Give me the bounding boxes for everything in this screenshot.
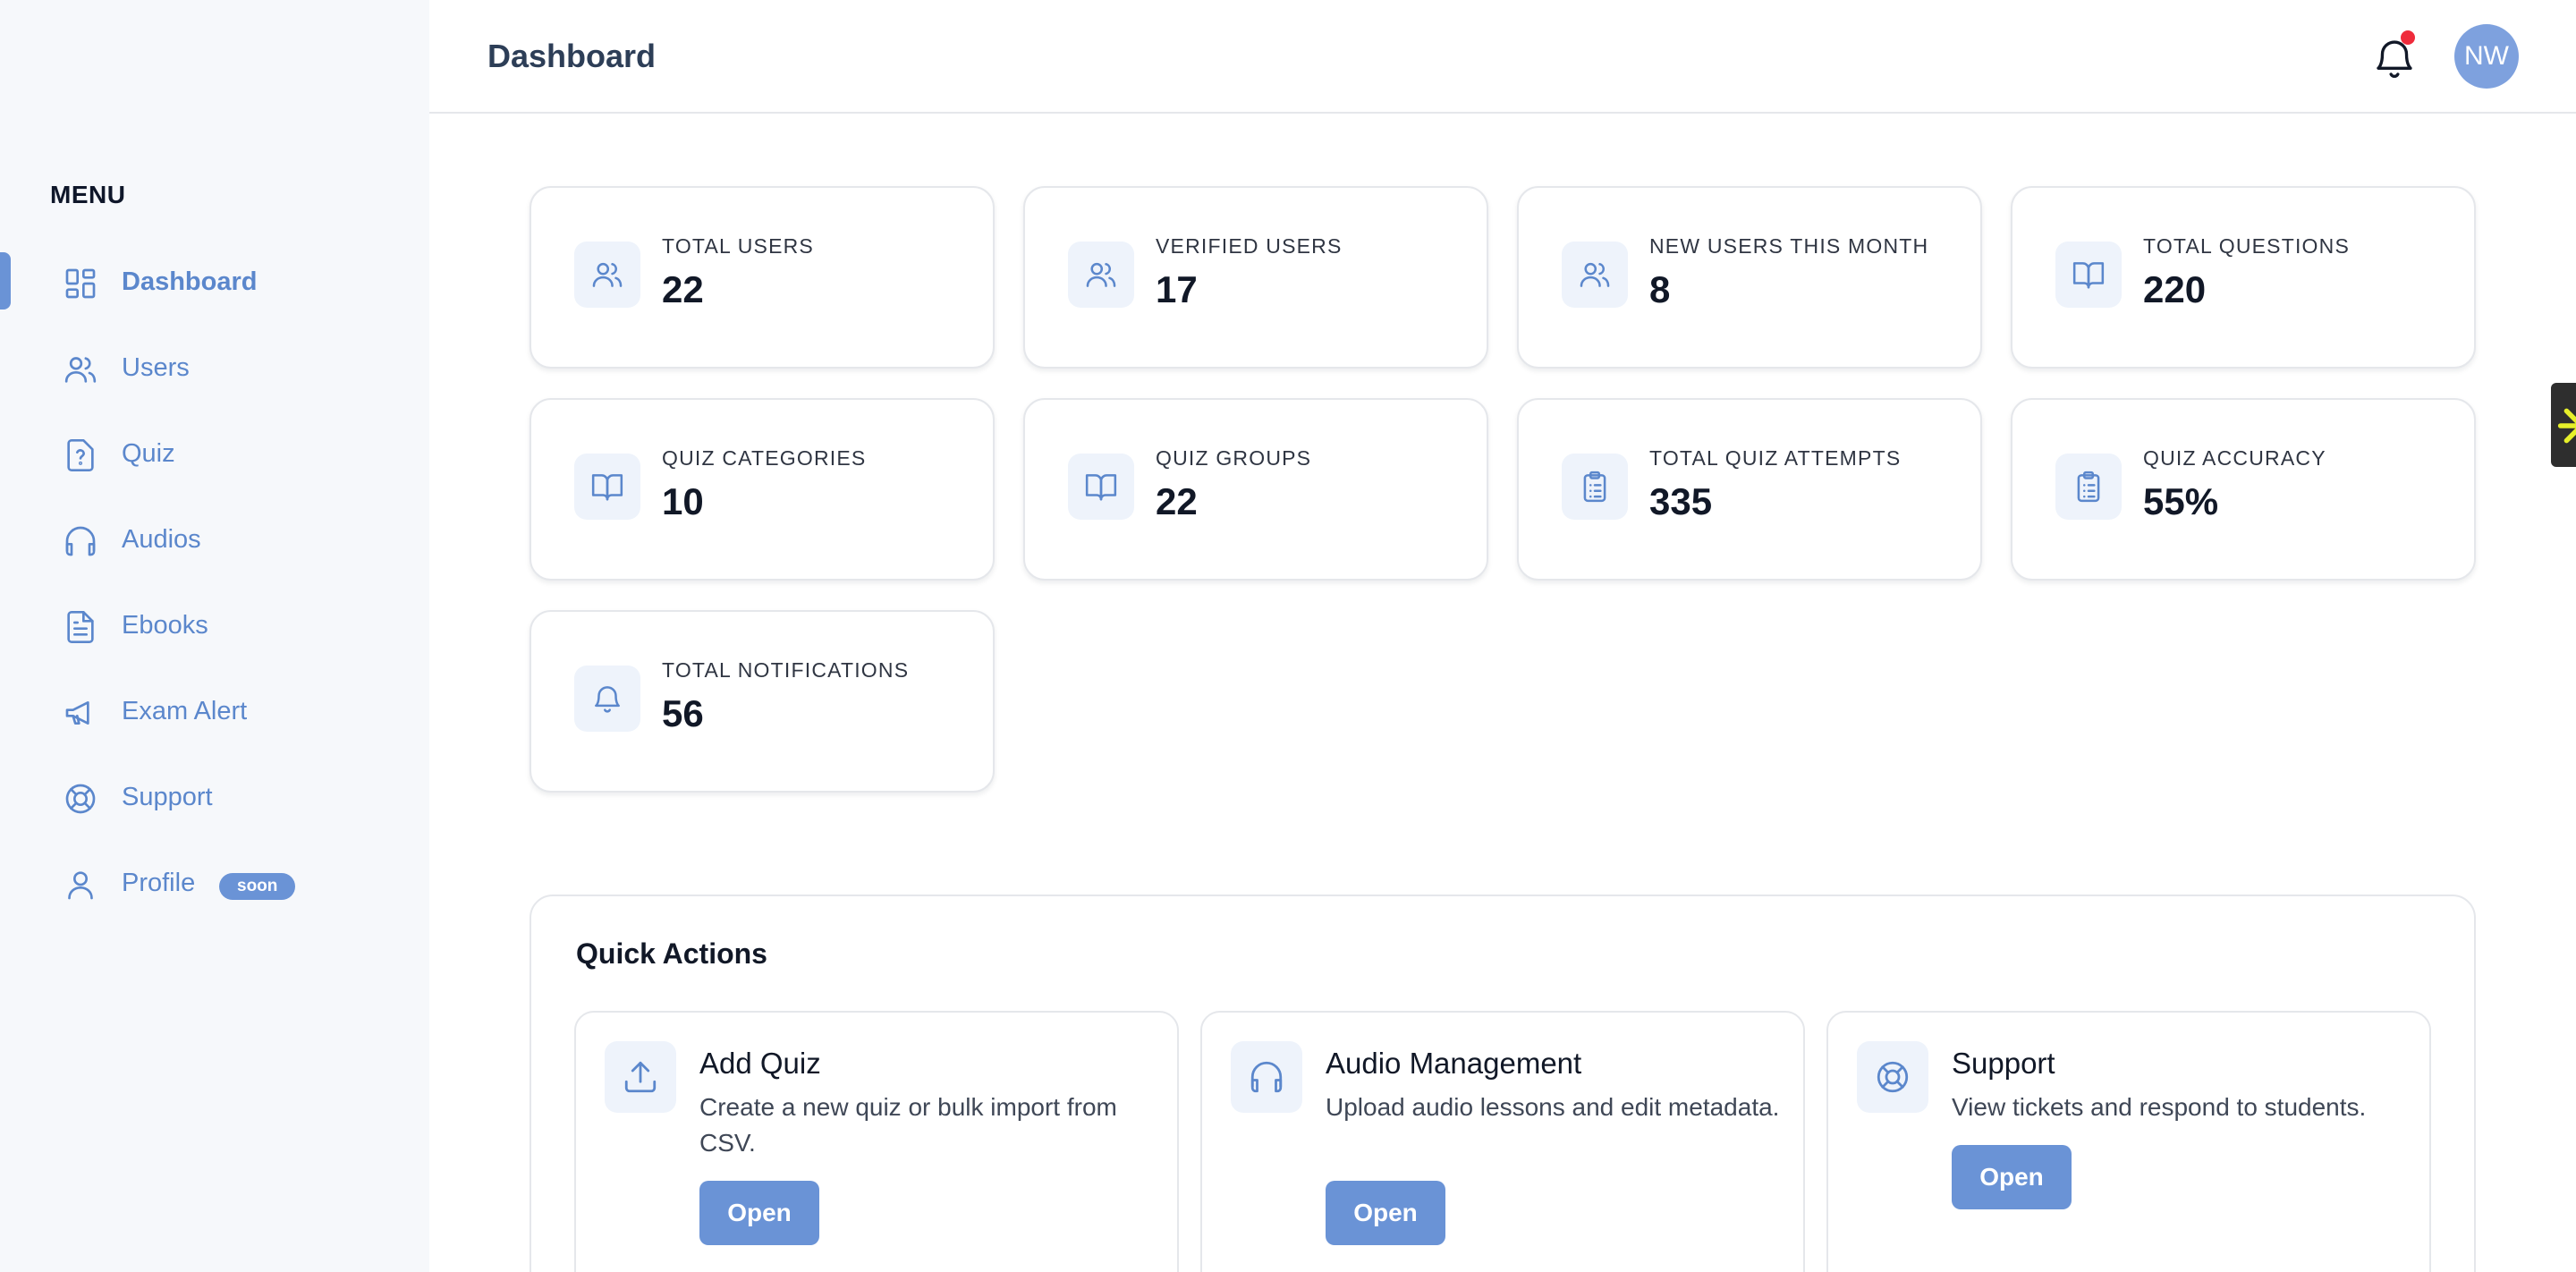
quick-action-audio-management: Audio Management Upload audio lessons an… <box>1200 1011 1805 1272</box>
stat-label: NEW USERS THIS MONTH <box>1649 234 1929 258</box>
clipboard-icon <box>1562 454 1628 520</box>
stat-label: TOTAL USERS <box>662 234 814 258</box>
sidebar-item-label: Quiz <box>122 438 175 468</box>
user-icon <box>63 867 98 903</box>
stat-value: 56 <box>662 692 704 734</box>
stat-value: 22 <box>662 268 704 310</box>
stat-label: TOTAL QUIZ ATTEMPTS <box>1649 446 1902 470</box>
stat-card-total-questions: TOTAL QUESTIONS 220 <box>2011 186 2476 369</box>
quick-actions-panel: Quick Actions Add Quiz Create a new quiz… <box>530 895 2476 1272</box>
sidebar-item-profile[interactable]: Profile soon <box>0 851 429 915</box>
book-icon <box>574 454 640 520</box>
open-support-button[interactable]: Open <box>1952 1145 2072 1209</box>
quick-action-name: Support <box>1952 1047 2055 1080</box>
stat-label: TOTAL QUESTIONS <box>2143 234 2350 258</box>
stat-card-quiz-categories: QUIZ CATEGORIES 10 <box>530 398 995 581</box>
open-add-quiz-button[interactable]: Open <box>699 1181 819 1245</box>
stat-value: 335 <box>1649 480 1713 522</box>
lifebuoy-icon <box>63 781 98 817</box>
quick-action-name: Audio Management <box>1326 1047 1582 1080</box>
lifebuoy-icon <box>1857 1041 1928 1113</box>
stat-card-quiz-accuracy: QUIZ ACCURACY 55% <box>2011 398 2476 581</box>
sidebar: MENU Dashboard Users Quiz Audios Ebooks <box>0 0 429 1272</box>
stat-card-quiz-groups: QUIZ GROUPS 22 <box>1023 398 1488 581</box>
soon-badge: soon <box>219 873 296 900</box>
sidebar-item-label: Ebooks <box>122 610 208 640</box>
stat-label: VERIFIED USERS <box>1156 234 1343 258</box>
avatar[interactable]: NW <box>2454 24 2519 89</box>
users-icon <box>63 352 98 387</box>
stat-card-total-quiz-attempts: TOTAL QUIZ ATTEMPTS 335 <box>1517 398 1982 581</box>
dashboard-icon <box>63 266 98 301</box>
sidebar-item-label: Exam Alert <box>122 696 248 725</box>
headphones-icon <box>63 523 98 559</box>
floating-widget-button[interactable] <box>2551 383 2576 467</box>
book-icon <box>2055 242 2122 308</box>
users-icon <box>1562 242 1628 308</box>
megaphone-icon <box>63 695 98 731</box>
quick-action-name: Add Quiz <box>699 1047 821 1080</box>
sidebar-item-exam-alert[interactable]: Exam Alert <box>0 679 429 743</box>
document-icon <box>63 609 98 645</box>
quick-action-description: Create a new quiz or bulk import from CS… <box>699 1093 1117 1157</box>
quick-action-description: Upload audio lessons and edit metadata. <box>1326 1093 1780 1121</box>
sidebar-item-support[interactable]: Support <box>0 765 429 829</box>
clipboard-icon <box>2055 454 2122 520</box>
bell-icon <box>574 666 640 732</box>
upload-icon <box>605 1041 676 1113</box>
stat-label: QUIZ ACCURACY <box>2143 446 2326 470</box>
menu-title: MENU <box>50 181 126 208</box>
stat-value: 55% <box>2143 480 2219 522</box>
page-title: Dashboard <box>487 38 657 74</box>
stat-card-total-users: TOTAL USERS 22 <box>530 186 995 369</box>
stat-value: 10 <box>662 480 704 522</box>
stat-value: 22 <box>1156 480 1198 522</box>
quick-actions-title: Quick Actions <box>576 937 767 970</box>
sidebar-item-audios[interactable]: Audios <box>0 507 429 572</box>
stat-card-new-users: NEW USERS THIS MONTH 8 <box>1517 186 1982 369</box>
open-audio-management-button[interactable]: Open <box>1326 1181 1445 1245</box>
users-icon <box>574 242 640 308</box>
stat-label: TOTAL NOTIFICATIONS <box>662 658 910 682</box>
asterisk-icon <box>2556 401 2576 451</box>
sidebar-item-label: Support <box>122 782 213 811</box>
sidebar-item-dashboard[interactable]: Dashboard <box>0 250 429 314</box>
stat-card-total-notifications: TOTAL NOTIFICATIONS 56 <box>530 610 995 793</box>
sidebar-item-label: Profile <box>122 868 196 897</box>
sidebar-item-label: Dashboard <box>122 267 258 296</box>
stat-label: QUIZ GROUPS <box>1156 446 1312 470</box>
notification-dot <box>2401 30 2415 45</box>
stat-label: QUIZ CATEGORIES <box>662 446 867 470</box>
headphones-icon <box>1231 1041 1302 1113</box>
quick-action-support: Support View tickets and respond to stud… <box>1826 1011 2431 1272</box>
sidebar-item-quiz[interactable]: Quiz <box>0 421 429 486</box>
quick-action-add-quiz: Add Quiz Create a new quiz or bulk impor… <box>574 1011 1179 1272</box>
sidebar-item-label: Users <box>122 352 190 382</box>
sidebar-item-users[interactable]: Users <box>0 335 429 400</box>
stat-value: 8 <box>1649 268 1671 310</box>
sidebar-item-label: Audios <box>122 524 201 554</box>
top-header: Dashboard NW <box>429 0 2576 114</box>
quick-action-description: View tickets and respond to students. <box>1952 1093 2367 1121</box>
stat-value: 17 <box>1156 268 1198 310</box>
stat-card-verified-users: VERIFIED USERS 17 <box>1023 186 1488 369</box>
sidebar-item-ebooks[interactable]: Ebooks <box>0 593 429 657</box>
users-icon <box>1068 242 1134 308</box>
quiz-icon <box>63 437 98 473</box>
book-icon <box>1068 454 1134 520</box>
stat-value: 220 <box>2143 268 2207 310</box>
